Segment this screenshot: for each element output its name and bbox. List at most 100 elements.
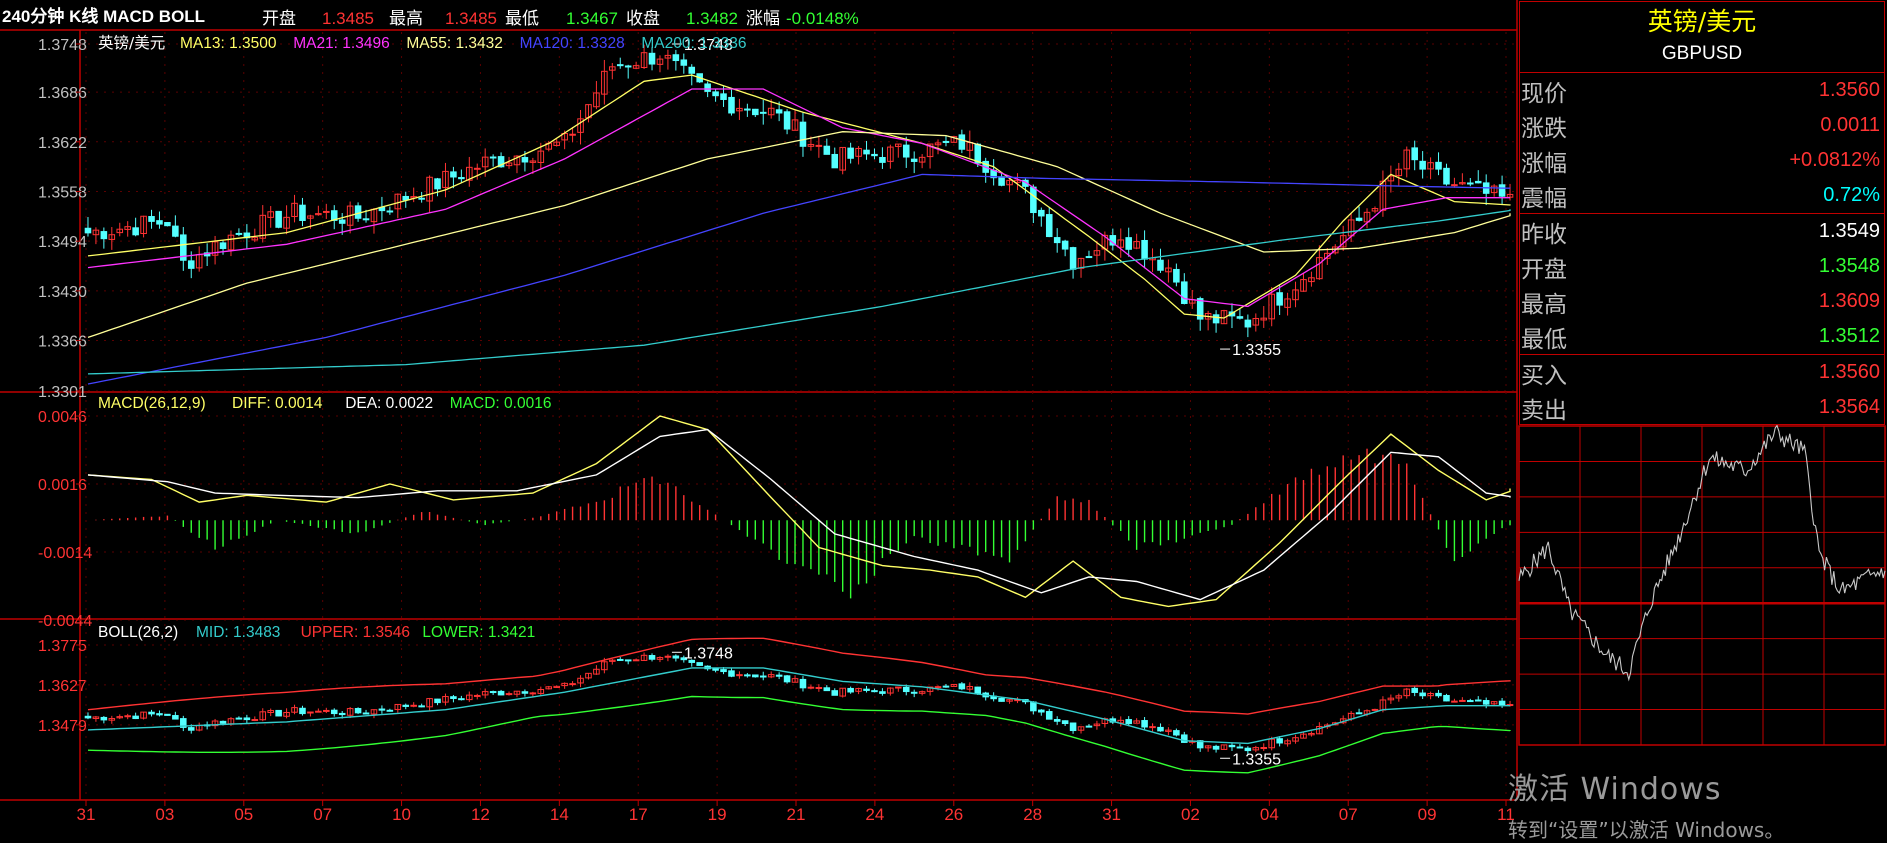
candle-body xyxy=(1276,292,1283,306)
candle-body xyxy=(458,177,465,180)
candle-body xyxy=(521,157,529,163)
candle-body xyxy=(1045,711,1053,720)
macd-dea-line xyxy=(87,428,1511,601)
candle-body xyxy=(728,96,735,114)
candle-body xyxy=(172,225,179,237)
candle-body xyxy=(672,54,680,62)
y-tick-label: 1.3301 xyxy=(38,384,87,401)
candle-body xyxy=(1228,744,1236,748)
candle-body xyxy=(736,674,743,677)
candle-body xyxy=(1443,167,1450,185)
info-label: 现价 xyxy=(1521,80,1567,107)
candle-body xyxy=(648,655,656,660)
candle-body xyxy=(1482,700,1490,705)
ma-line-ma13 xyxy=(87,74,1511,319)
candle-body xyxy=(871,690,878,693)
candle-body xyxy=(164,222,171,227)
candle-body xyxy=(1419,160,1426,170)
info-value: 0.0011 xyxy=(1820,114,1880,136)
candle-body xyxy=(847,147,854,159)
candle-body xyxy=(704,83,711,92)
candle-body xyxy=(1141,720,1148,728)
price-panel[interactable]: 1.37481.3355英镑/美元 MA13: 1.3500 MA21: 1.349… xyxy=(84,34,1514,385)
header-change-label: 涨幅 xyxy=(746,9,780,29)
candle-body xyxy=(942,140,950,143)
info-row: 震幅 0.72% xyxy=(1520,178,1884,213)
candle-body xyxy=(402,704,410,707)
info-label: 涨跌 xyxy=(1521,115,1567,142)
candle-body xyxy=(624,65,632,68)
candle-body xyxy=(632,659,640,662)
header-change-value: -0.0148% xyxy=(786,9,859,28)
candle-body xyxy=(712,91,719,97)
candle-body xyxy=(1045,214,1053,238)
header-high-value: 1.3485 xyxy=(445,9,497,28)
annotation-label: 1.3748 xyxy=(684,645,733,662)
candle-body xyxy=(720,93,727,100)
intraday-mini-chart[interactable] xyxy=(1518,424,1886,746)
x-tick-label: 02 xyxy=(1181,805,1200,824)
y-tick-label: 1.3430 xyxy=(38,284,87,301)
candle-body xyxy=(696,662,703,666)
candle-body xyxy=(1474,180,1482,184)
candle-body xyxy=(529,692,537,695)
candle-body xyxy=(84,715,92,719)
legend-item: LOWER: 1.3421 xyxy=(422,624,535,641)
candle-body xyxy=(1459,699,1466,702)
candle-body xyxy=(759,111,767,114)
candle-body xyxy=(847,687,854,693)
candle-body xyxy=(569,683,576,686)
candle-body xyxy=(823,145,831,155)
header-close-value: 1.3482 xyxy=(686,9,738,28)
candle-body xyxy=(458,698,465,701)
candle-body xyxy=(418,705,425,708)
y-tick-label: 1.3366 xyxy=(38,334,87,351)
candle-body xyxy=(1451,184,1458,187)
y-tick-label: 1.3627 xyxy=(38,678,87,695)
info-value: +0.0812% xyxy=(1789,149,1880,171)
candle-body xyxy=(998,176,1005,186)
annotation-label: 1.3355 xyxy=(1232,342,1281,359)
symbol-code: GBPUSD xyxy=(1520,40,1884,73)
candle-body xyxy=(775,109,783,114)
candle-body xyxy=(616,64,624,67)
y-tick-label: 1.3748 xyxy=(38,37,87,54)
legend-item: MID: 1.3483 xyxy=(196,624,280,641)
x-tick-label: 03 xyxy=(155,805,174,824)
candle-body xyxy=(275,210,282,228)
x-tick-label: 28 xyxy=(1023,805,1042,824)
candle-body xyxy=(680,59,688,66)
candle-body xyxy=(473,167,481,170)
macd-panel-label: MACD(26,12,9) xyxy=(98,395,206,412)
candle-body xyxy=(752,674,759,678)
candle-body xyxy=(156,220,163,225)
info-group: 买入 1.3560 卖出 1.3564 xyxy=(1520,355,1884,425)
candle-body xyxy=(1061,240,1069,250)
candle-body xyxy=(799,121,807,147)
candle-body xyxy=(815,144,823,147)
candle-body xyxy=(831,153,839,169)
candle-body xyxy=(1411,147,1418,161)
candle-body xyxy=(752,108,759,116)
candle-body xyxy=(378,708,386,711)
candle-body xyxy=(187,727,195,731)
candle-body xyxy=(1244,747,1252,752)
candle-body xyxy=(1069,722,1077,732)
candle-body xyxy=(148,711,155,715)
candle-body xyxy=(902,686,910,693)
candle-body xyxy=(1467,700,1474,703)
candle-body xyxy=(1149,726,1156,729)
macd-panel[interactable]: MACD(26,12,9) DIFF: 0.0014 DEA: 0.0022 MACD… xyxy=(87,395,1511,608)
candle-body xyxy=(489,691,497,694)
boll-panel[interactable]: 1.3748 1.3355 BOLL(26,2) MID: 1.3483 UPPER: … xyxy=(84,624,1514,774)
candle-body xyxy=(1038,209,1045,217)
legend-item: MA120: 1.3328 xyxy=(520,35,625,52)
x-tick-label: 10 xyxy=(392,805,411,824)
candle-body xyxy=(902,144,910,158)
candle-body xyxy=(219,720,227,724)
candle-body xyxy=(307,711,314,714)
candle-body xyxy=(156,713,163,716)
legend-item: MA55: 1.3432 xyxy=(406,35,503,52)
info-row: 卖出 1.3564 xyxy=(1520,390,1884,425)
header-low-label: 最低 xyxy=(505,9,539,29)
